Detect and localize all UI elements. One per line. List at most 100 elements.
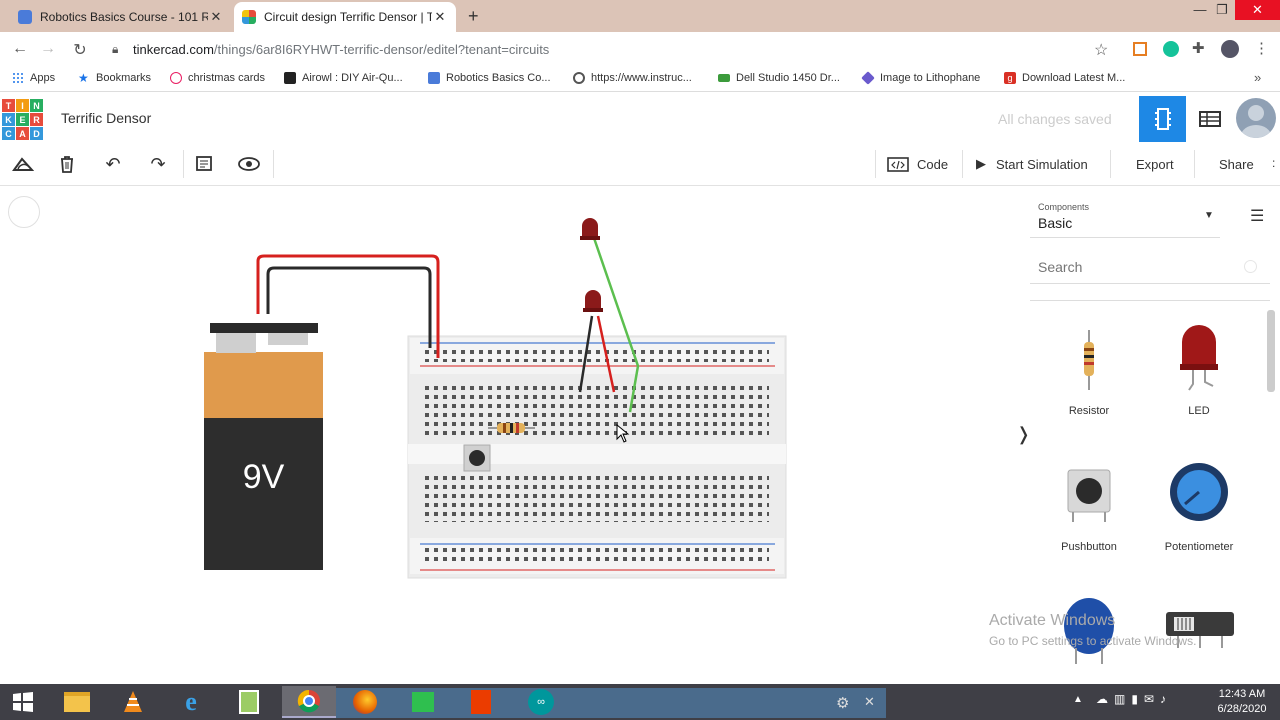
forward-icon[interactable]: → <box>38 40 58 58</box>
toolbar-divider <box>273 150 274 178</box>
tinkercad-logo[interactable]: T I N K E R C A D <box>2 99 43 140</box>
office-icon[interactable] <box>460 686 502 718</box>
toolbar-divider <box>875 150 876 178</box>
led-component[interactable] <box>583 290 603 312</box>
delete-icon[interactable] <box>54 152 80 176</box>
design-title[interactable]: Terrific Densor <box>61 110 151 126</box>
component-label: Resistor <box>1068 405 1110 417</box>
circuit-canvas[interactable] <box>0 186 1010 684</box>
component-resistor[interactable]: Resistor <box>1039 326 1139 426</box>
notepad-icon[interactable] <box>228 686 270 718</box>
bookmark-lithophane[interactable]: Image to Lithophane <box>861 71 980 85</box>
collapse-panel-chevron-icon[interactable]: ❭ <box>1016 424 1031 445</box>
chrome-icon[interactable] <box>282 686 336 718</box>
internet-explorer-icon[interactable]: e <box>170 686 212 718</box>
windows-start-icon[interactable] <box>2 686 44 718</box>
system-tray-icons[interactable]: ☁▥▮✉♪ <box>1096 692 1196 706</box>
url-field[interactable]: tinkercad.com/things/6ar8I6RYHWT-terrifi… <box>133 42 549 57</box>
url-path: /things/6ar8I6RYHWT-terrific-densor/edit… <box>213 42 550 57</box>
grammarly-icon[interactable] <box>1163 41 1179 57</box>
battery-label: 9V <box>242 458 285 496</box>
resistor-icon <box>1084 330 1094 390</box>
bookmark-bookmarks[interactable]: ★ Bookmarks <box>78 72 151 84</box>
components-caption: Components <box>1038 202 1090 212</box>
redo-icon[interactable]: ↷ <box>145 152 171 176</box>
tab-title: Robotics Basics Course - 101 Roi <box>40 10 208 24</box>
battery-9v[interactable] <box>204 323 323 570</box>
tray-chevron-up-icon[interactable]: ▲ <box>1073 694 1083 705</box>
restore-icon[interactable]: ❐ <box>1208 2 1236 18</box>
vlc-icon[interactable] <box>112 686 154 718</box>
save-status: All changes saved <box>998 111 1112 127</box>
logo-letter: N <box>30 99 43 112</box>
bookmark-dell[interactable]: Dell Studio 1450 Dr... <box>718 72 840 84</box>
toolbar-overflow-icon[interactable]: : <box>1272 156 1275 170</box>
pushbutton-component[interactable] <box>463 444 491 472</box>
code-button[interactable]: Code <box>887 150 948 178</box>
store-icon[interactable] <box>402 686 444 718</box>
table-icon <box>1199 111 1221 127</box>
browser-tab-circuit-design[interactable]: Circuit design Terrific Densor | T ✕ <box>234 2 456 32</box>
tinkercad-grid-icon <box>242 10 256 24</box>
logo-letter: T <box>2 99 15 112</box>
bookmarks-overflow-icon[interactable]: » <box>1254 70 1261 85</box>
logo-letter: E <box>16 113 29 126</box>
bookmark-airowl[interactable]: Airowl : DIY Air-Qu... <box>284 72 403 84</box>
components-dropdown[interactable]: Components Basic ▼ <box>1030 198 1220 238</box>
arduino-icon[interactable]: ∞ <box>520 686 562 718</box>
bookmark-christmas-cards[interactable]: christmas cards <box>170 72 265 84</box>
extension-grid-icon[interactable] <box>1133 42 1147 56</box>
logo-letter: A <box>16 127 29 140</box>
bookmark-star-icon[interactable]: ☆ <box>1094 40 1108 60</box>
component-search-field[interactable] <box>1030 254 1270 284</box>
search-input[interactable] <box>1038 259 1238 275</box>
notes-icon[interactable] <box>191 152 217 176</box>
component-pushbutton[interactable]: Pushbutton <box>1039 460 1139 560</box>
undo-icon[interactable]: ↶ <box>100 152 126 176</box>
component-list-view-button[interactable] <box>1186 96 1234 142</box>
bookmark-apps[interactable]: Apps <box>12 72 55 84</box>
reload-icon[interactable]: ↻ <box>70 40 90 60</box>
close-tab-icon[interactable]: ✕ <box>208 9 224 25</box>
bookmark-instructables[interactable]: https://www.instruc... <box>573 72 692 84</box>
panel-scrollbar[interactable] <box>1267 310 1275 392</box>
visibility-eye-icon[interactable] <box>236 152 262 176</box>
bookmark-robotics[interactable]: Robotics Basics Co... <box>428 72 551 84</box>
window-close-button[interactable]: ✕ <box>1235 0 1280 20</box>
bookmark-label: Dell Studio 1450 Dr... <box>736 72 840 84</box>
start-simulation-button[interactable]: ▶ Start Simulation <box>976 150 1088 178</box>
close-icon[interactable]: ✕ <box>864 694 875 710</box>
close-tab-icon[interactable]: ✕ <box>432 9 448 25</box>
profile-avatar[interactable] <box>1221 40 1239 58</box>
share-button[interactable]: Share <box>1219 150 1254 178</box>
settings-gear-icon[interactable]: ⚙ <box>836 694 849 712</box>
circuit-view-button[interactable] <box>1139 96 1186 142</box>
play-icon: ▶ <box>976 156 986 171</box>
file-explorer-icon[interactable] <box>56 686 98 718</box>
qr-icon <box>284 72 296 84</box>
pushbutton-icon <box>1067 469 1111 522</box>
bookmark-download[interactable]: g Download Latest M... <box>1004 72 1125 84</box>
led-component[interactable] <box>580 218 600 240</box>
list-view-icon[interactable]: ☰ <box>1250 206 1264 226</box>
component-led[interactable]: LED <box>1149 325 1249 426</box>
more-menu-icon[interactable]: ⋮ <box>1254 39 1269 57</box>
back-icon[interactable]: ← <box>10 40 30 58</box>
extensions-puzzle-icon[interactable]: ✚ <box>1192 39 1205 57</box>
potentiometer-icon <box>1170 463 1228 521</box>
chip-icon <box>1154 108 1171 130</box>
rotate-icon[interactable] <box>10 152 36 176</box>
taskbar-clock[interactable]: 12:43 AM 6/28/2020 <box>1210 687 1274 717</box>
clock-time: 12:43 AM <box>1218 688 1266 700</box>
browser-tab-robotics[interactable]: Robotics Basics Course - 101 Roi ✕ <box>10 2 232 32</box>
tab-title: Circuit design Terrific Densor | T <box>264 10 432 24</box>
new-tab-button[interactable]: + <box>468 6 479 27</box>
component-potentiometer[interactable]: Potentiometer <box>1149 460 1249 560</box>
panel-divider <box>1030 300 1270 301</box>
firefox-icon[interactable] <box>344 686 386 718</box>
user-avatar[interactable] <box>1236 98 1276 138</box>
logo-letter: K <box>2 113 15 126</box>
star-icon: ★ <box>78 71 89 85</box>
code-editor-icon <box>887 157 909 172</box>
export-button[interactable]: Export <box>1136 150 1174 178</box>
